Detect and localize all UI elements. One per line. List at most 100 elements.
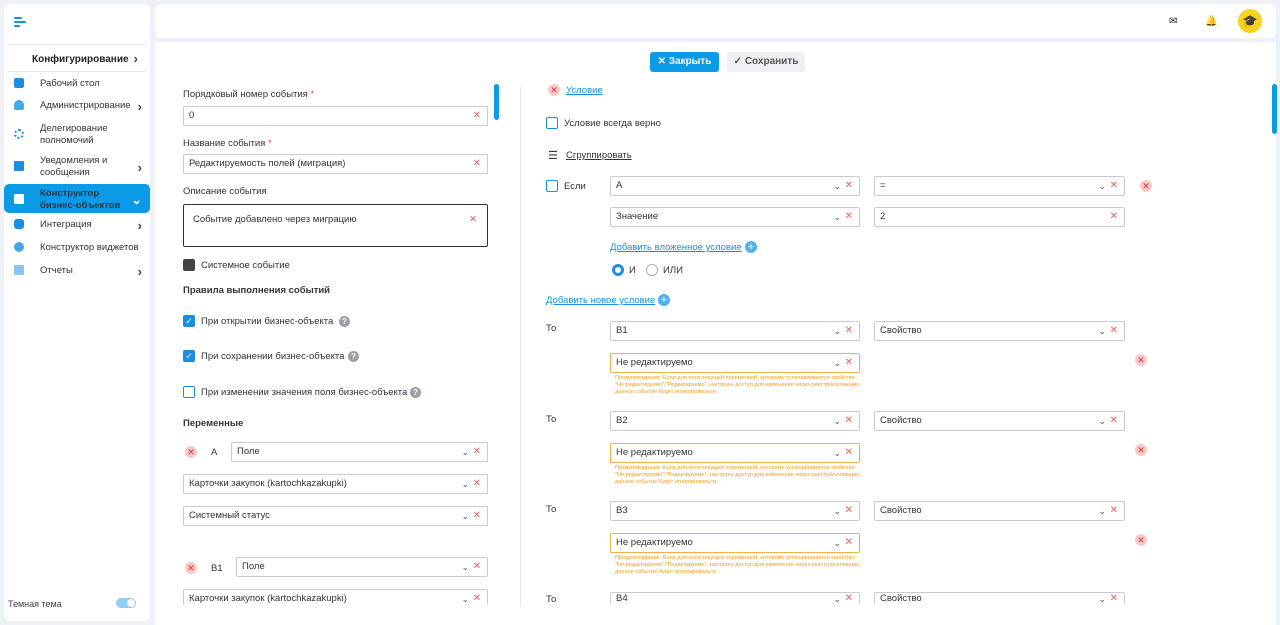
then-value-select[interactable]: Не редактируемо ⌄ ✕ bbox=[610, 443, 860, 463]
menu-icon[interactable] bbox=[14, 17, 26, 29]
right-scrollbar[interactable] bbox=[1272, 84, 1277, 134]
chevron-down-icon[interactable]: ⌄ bbox=[833, 444, 841, 462]
then-value-select[interactable]: Не редактируемо ⌄ ✕ bbox=[610, 353, 860, 373]
remove-action-icon[interactable]: ✕ bbox=[1135, 534, 1147, 546]
group-link[interactable]: Сгруппировать bbox=[566, 150, 632, 161]
sidebar-section-config[interactable]: Конфигурирование › bbox=[8, 44, 146, 72]
then-value-select[interactable]: Не редактируемо ⌄ ✕ bbox=[610, 533, 860, 553]
then-var-select[interactable]: B3 ⌄ ✕ bbox=[610, 501, 860, 521]
group-icon[interactable]: ☰ bbox=[548, 149, 558, 162]
chevron-down-icon[interactable]: ⌄ bbox=[461, 558, 469, 576]
var-b1-object-select[interactable]: Карточки закупок (kartochkazakupki) ⌄ ✕ bbox=[183, 589, 488, 605]
rule-change-checkbox[interactable] bbox=[183, 386, 195, 398]
chevron-down-icon[interactable]: ⌄ bbox=[461, 475, 469, 493]
sidebar-item-desktop[interactable]: Рабочий стол bbox=[4, 76, 150, 92]
chevron-down-icon[interactable]: ⌄ bbox=[833, 502, 841, 520]
chevron-down-icon[interactable]: ⌄ bbox=[833, 354, 841, 372]
clear-icon[interactable]: ✕ bbox=[1110, 502, 1118, 520]
then-property-select[interactable]: Свойство ⌄ ✕ bbox=[874, 321, 1125, 341]
chevron-down-icon[interactable]: ⌄ bbox=[461, 590, 469, 605]
sidebar-item-admin[interactable]: Администрирование › bbox=[4, 98, 150, 114]
avatar[interactable]: 🎓 bbox=[1238, 9, 1262, 33]
add-nested-condition-link[interactable]: Добавить вложенное условие bbox=[610, 242, 742, 253]
clear-icon[interactable]: ✕ bbox=[473, 507, 481, 525]
then-var-select[interactable]: B1 ⌄ ✕ bbox=[610, 321, 860, 341]
clear-icon[interactable]: ✕ bbox=[469, 214, 477, 225]
condition-link[interactable]: Условие bbox=[566, 85, 603, 96]
clear-icon[interactable]: ✕ bbox=[845, 412, 853, 430]
close-button[interactable]: ✕ Закрыть bbox=[650, 52, 719, 72]
remove-variable-icon[interactable]: ✕ bbox=[185, 446, 197, 458]
chevron-down-icon[interactable]: ⌄ bbox=[1098, 502, 1106, 520]
rule-save-checkbox[interactable]: ✓ bbox=[183, 350, 195, 362]
theme-toggle[interactable] bbox=[116, 598, 136, 608]
bell-icon[interactable]: 🔔 bbox=[1205, 16, 1217, 27]
sidebar-item-bo-constructor[interactable]: Конструктор бизнес-объектов ⌄ bbox=[4, 184, 150, 213]
chevron-down-icon[interactable]: ⌄ bbox=[461, 507, 469, 525]
remove-condition-icon[interactable]: ✕ bbox=[1140, 180, 1152, 192]
var-a-field-select[interactable]: Системный статус ⌄ ✕ bbox=[183, 506, 488, 526]
var-a-type-select[interactable]: Поле ⌄ ✕ bbox=[231, 442, 488, 462]
clear-icon[interactable]: ✕ bbox=[845, 534, 853, 552]
add-new-condition-link[interactable]: Добавить новое условие bbox=[546, 295, 655, 306]
then-var-select[interactable]: B4 ⌄ ✕ bbox=[610, 592, 860, 604]
plus-icon[interactable]: + bbox=[745, 241, 757, 253]
clear-icon[interactable]: ✕ bbox=[845, 502, 853, 520]
if-checkbox[interactable] bbox=[546, 180, 558, 192]
clear-icon[interactable]: ✕ bbox=[1110, 322, 1118, 340]
left-scrollbar[interactable] bbox=[494, 84, 499, 120]
clear-icon[interactable]: ✕ bbox=[845, 208, 853, 226]
clear-icon[interactable]: ✕ bbox=[845, 593, 853, 604]
remove-condition-icon[interactable]: ✕ bbox=[548, 84, 560, 96]
sidebar-item-delegation[interactable]: Делегирование полномочий bbox=[4, 120, 150, 148]
and-radio[interactable] bbox=[612, 264, 624, 276]
system-event-checkbox[interactable] bbox=[183, 259, 195, 271]
chevron-down-icon[interactable]: ⌄ bbox=[833, 322, 841, 340]
help-icon[interactable]: ? bbox=[348, 351, 359, 362]
then-property-select[interactable]: Свойство ⌄ ✕ bbox=[874, 501, 1125, 521]
clear-icon[interactable]: ✕ bbox=[473, 558, 481, 576]
remove-action-icon[interactable]: ✕ bbox=[1135, 444, 1147, 456]
order-input[interactable]: 0 ✕ bbox=[183, 106, 488, 126]
clear-icon[interactable]: ✕ bbox=[1110, 412, 1118, 430]
plus-icon[interactable]: + bbox=[658, 294, 670, 306]
clear-icon[interactable]: ✕ bbox=[845, 444, 853, 462]
chevron-down-icon[interactable]: ⌄ bbox=[833, 593, 841, 604]
always-true-checkbox[interactable] bbox=[546, 117, 558, 129]
then-var-select[interactable]: B2 ⌄ ✕ bbox=[610, 411, 860, 431]
clear-icon[interactable]: ✕ bbox=[473, 443, 481, 461]
sidebar-item-reports[interactable]: Отчеты › bbox=[4, 263, 150, 279]
cond-value-input[interactable]: 2 ✕ bbox=[874, 207, 1125, 227]
chevron-down-icon[interactable]: ⌄ bbox=[833, 412, 841, 430]
cond-left-select[interactable]: A ⌄ ✕ bbox=[610, 176, 860, 196]
or-radio[interactable] bbox=[646, 264, 658, 276]
chevron-down-icon[interactable]: ⌄ bbox=[1098, 322, 1106, 340]
remove-variable-icon[interactable]: ✕ bbox=[185, 562, 197, 574]
sidebar-item-notifications[interactable]: Уведомления и сообщения › bbox=[4, 152, 150, 180]
clear-icon[interactable]: ✕ bbox=[473, 155, 481, 173]
help-icon[interactable]: ? bbox=[410, 387, 421, 398]
var-b1-type-select[interactable]: Поле ⌄ ✕ bbox=[236, 557, 488, 577]
clear-icon[interactable]: ✕ bbox=[845, 322, 853, 340]
sidebar-item-widgets[interactable]: Конструктор виджетов bbox=[4, 240, 150, 256]
chevron-down-icon[interactable]: ⌄ bbox=[833, 208, 841, 226]
cond-operator-select[interactable]: = ⌄ ✕ bbox=[874, 176, 1125, 196]
desc-textarea[interactable]: Событие добавлено через миграцию ✕ bbox=[183, 204, 488, 247]
save-button[interactable]: ✓ Сохранить bbox=[727, 52, 805, 72]
mail-icon[interactable]: ✉ bbox=[1169, 16, 1177, 27]
cond-value-type-select[interactable]: Значение ⌄ ✕ bbox=[610, 207, 860, 227]
rule-open-checkbox[interactable]: ✓ bbox=[183, 315, 195, 327]
chevron-down-icon[interactable]: ⌄ bbox=[833, 177, 841, 195]
help-icon[interactable]: ? bbox=[339, 316, 350, 327]
chevron-down-icon[interactable]: ⌄ bbox=[1098, 593, 1106, 604]
clear-icon[interactable]: ✕ bbox=[1110, 593, 1118, 604]
clear-icon[interactable]: ✕ bbox=[473, 590, 481, 605]
remove-action-icon[interactable]: ✕ bbox=[1135, 354, 1147, 366]
then-property-select[interactable]: Свойство ⌄ ✕ bbox=[874, 592, 1125, 604]
chevron-down-icon[interactable]: ⌄ bbox=[1098, 412, 1106, 430]
chevron-down-icon[interactable]: ⌄ bbox=[1098, 177, 1106, 195]
clear-icon[interactable]: ✕ bbox=[473, 107, 481, 125]
chevron-down-icon[interactable]: ⌄ bbox=[461, 443, 469, 461]
then-property-select[interactable]: Свойство ⌄ ✕ bbox=[874, 411, 1125, 431]
chevron-down-icon[interactable]: ⌄ bbox=[833, 534, 841, 552]
